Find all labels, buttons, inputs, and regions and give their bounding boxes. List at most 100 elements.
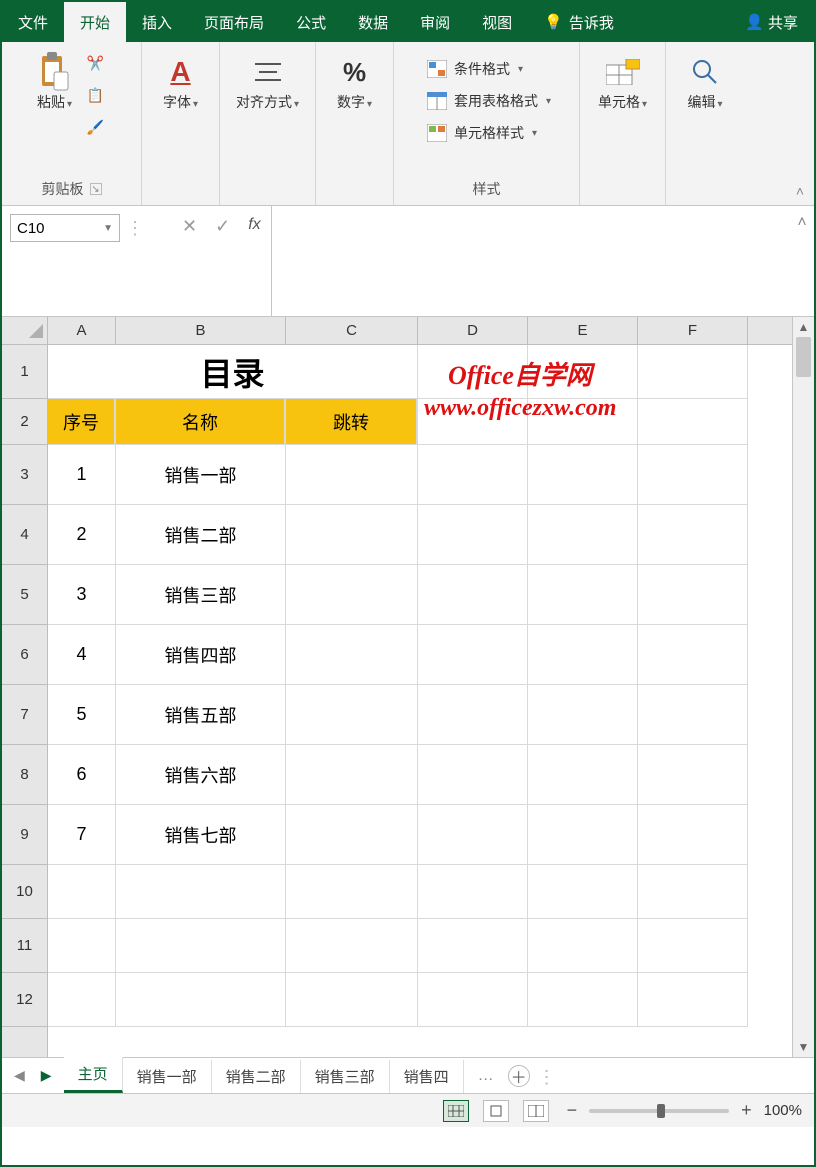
column-header-B[interactable]: B: [116, 317, 286, 344]
zoom-out-button[interactable]: −: [563, 1100, 582, 1121]
cell-F1[interactable]: [638, 345, 748, 399]
vertical-scrollbar[interactable]: ▲ ▼: [792, 317, 814, 1057]
zoom-slider[interactable]: [589, 1109, 729, 1113]
cell-F5[interactable]: [638, 565, 748, 625]
table-format-button[interactable]: 套用表格格式: [422, 88, 555, 114]
cell-E11[interactable]: [528, 919, 638, 973]
cell-C12[interactable]: [286, 973, 418, 1027]
menu-file[interactable]: 文件: [2, 2, 64, 42]
column-header-D[interactable]: D: [418, 317, 528, 344]
cell-A12[interactable]: [48, 973, 116, 1027]
cell-E1[interactable]: [528, 345, 638, 399]
cell-A4[interactable]: 2: [48, 505, 116, 565]
cell-F11[interactable]: [638, 919, 748, 973]
tab-overflow-button[interactable]: …: [472, 1067, 500, 1085]
accept-formula-button[interactable]: ✓: [215, 216, 230, 237]
view-normal-button[interactable]: [443, 1100, 469, 1122]
row-header-9[interactable]: 9: [2, 805, 47, 865]
cell-E7[interactable]: [528, 685, 638, 745]
cell-D11[interactable]: [418, 919, 528, 973]
cell-E2[interactable]: [528, 399, 638, 445]
cell-C5[interactable]: [286, 565, 418, 625]
cell-B9[interactable]: 销售七部: [116, 805, 286, 865]
cell-D10[interactable]: [418, 865, 528, 919]
cell-D2[interactable]: [418, 399, 528, 445]
menu-formulas[interactable]: 公式: [280, 2, 342, 42]
cell-D5[interactable]: [418, 565, 528, 625]
cell-D8[interactable]: [418, 745, 528, 805]
cell-A3[interactable]: 1: [48, 445, 116, 505]
cell-C3[interactable]: [286, 445, 418, 505]
paste-button[interactable]: 粘贴: [33, 50, 77, 115]
row-header-8[interactable]: 8: [2, 745, 47, 805]
view-page-break-button[interactable]: [523, 1100, 549, 1122]
row-header-1[interactable]: 1: [2, 345, 47, 399]
row-header-11[interactable]: 11: [2, 919, 47, 973]
name-box[interactable]: C10 ▼: [10, 214, 120, 242]
name-box-resize-handle[interactable]: ⋮: [126, 214, 144, 239]
expand-formula-bar-button[interactable]: ˄: [790, 206, 814, 316]
cell-B10[interactable]: [116, 865, 286, 919]
cell-B11[interactable]: [116, 919, 286, 973]
cell-A5[interactable]: 3: [48, 565, 116, 625]
cell-A10[interactable]: [48, 865, 116, 919]
font-button[interactable]: A 字体: [159, 50, 203, 115]
cell-B3[interactable]: 销售一部: [116, 445, 286, 505]
cell-E8[interactable]: [528, 745, 638, 805]
zoom-slider-knob[interactable]: [657, 1104, 665, 1118]
tab-nav-prev[interactable]: ◀: [10, 1067, 29, 1084]
cell-D12[interactable]: [418, 973, 528, 1027]
cell-A11[interactable]: [48, 919, 116, 973]
cell-A9[interactable]: 7: [48, 805, 116, 865]
clipboard-dialog-launcher[interactable]: ↘: [90, 183, 102, 195]
insert-function-button[interactable]: fx: [248, 216, 260, 234]
column-header-A[interactable]: A: [48, 317, 116, 344]
menu-insert[interactable]: 插入: [126, 2, 188, 42]
cell-E12[interactable]: [528, 973, 638, 1027]
menu-home[interactable]: 开始: [64, 2, 126, 42]
cell-E6[interactable]: [528, 625, 638, 685]
row-header-12[interactable]: 12: [2, 973, 47, 1027]
formula-input[interactable]: [272, 206, 790, 316]
conditional-format-button[interactable]: 条件格式: [422, 56, 555, 82]
cell-E9[interactable]: [528, 805, 638, 865]
menu-data[interactable]: 数据: [342, 2, 404, 42]
column-header-F[interactable]: F: [638, 317, 748, 344]
cell-C6[interactable]: [286, 625, 418, 685]
cut-button[interactable]: ✂️: [81, 50, 111, 76]
column-header-C[interactable]: C: [286, 317, 418, 344]
view-page-layout-button[interactable]: [483, 1100, 509, 1122]
cells-button[interactable]: 单元格: [594, 50, 651, 115]
cell-D6[interactable]: [418, 625, 528, 685]
row-header-4[interactable]: 4: [2, 505, 47, 565]
cell-C11[interactable]: [286, 919, 418, 973]
row-header-3[interactable]: 3: [2, 445, 47, 505]
cell-F8[interactable]: [638, 745, 748, 805]
format-painter-button[interactable]: 🖌️: [81, 114, 111, 140]
cell-F4[interactable]: [638, 505, 748, 565]
cell-F3[interactable]: [638, 445, 748, 505]
cell-C9[interactable]: [286, 805, 418, 865]
scroll-down-button[interactable]: ▼: [793, 1037, 814, 1057]
cell-B7[interactable]: 销售五部: [116, 685, 286, 745]
cell-E10[interactable]: [528, 865, 638, 919]
cell-C4[interactable]: [286, 505, 418, 565]
number-format-button[interactable]: % 数字: [333, 50, 377, 115]
zoom-level-label[interactable]: 100%: [764, 1102, 802, 1119]
cell-F7[interactable]: [638, 685, 748, 745]
row-header-5[interactable]: 5: [2, 565, 47, 625]
row-header-7[interactable]: 7: [2, 685, 47, 745]
cell-E3[interactable]: [528, 445, 638, 505]
row-header-6[interactable]: 6: [2, 625, 47, 685]
cell-F10[interactable]: [638, 865, 748, 919]
cell-F2[interactable]: [638, 399, 748, 445]
menu-share[interactable]: 👤共享: [729, 2, 814, 42]
cell-A2[interactable]: 序号: [48, 399, 116, 445]
menu-view[interactable]: 视图: [466, 2, 528, 42]
cell-E4[interactable]: [528, 505, 638, 565]
cell-F12[interactable]: [638, 973, 748, 1027]
row-header-10[interactable]: 10: [2, 865, 47, 919]
tab-bar-resize-handle[interactable]: ⋮: [538, 1063, 556, 1088]
cell-A6[interactable]: 4: [48, 625, 116, 685]
sheet-tab-主页[interactable]: 主页: [64, 1057, 123, 1093]
